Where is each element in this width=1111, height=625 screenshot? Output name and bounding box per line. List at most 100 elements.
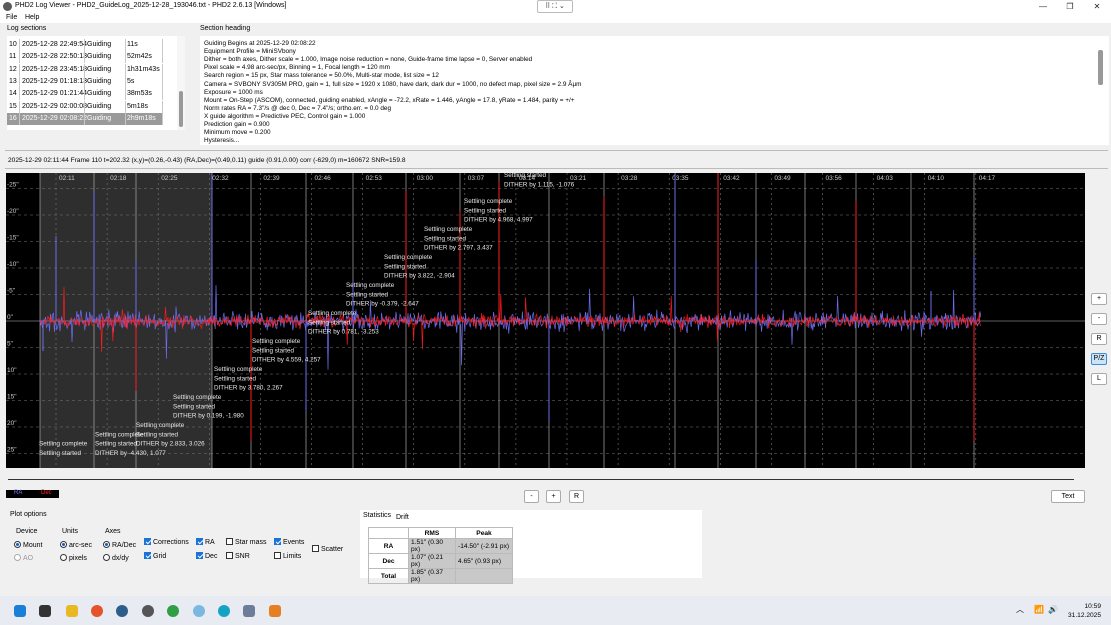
log-section-row[interactable]: 14 2025-12-29 01:21:44 Guiding 38m53s <box>7 88 163 101</box>
y-tick-label: -10" <box>7 261 19 268</box>
grid-checkbox[interactable]: Grid <box>144 552 166 560</box>
x-tick-label: 03:28 <box>621 175 638 182</box>
axes-dxdy-radio[interactable]: dx/dy <box>103 554 129 562</box>
log-section-date: 2025-12-29 01:21:44 <box>22 90 87 98</box>
star-mass-checkbox[interactable]: Star mass <box>226 538 267 546</box>
app-icon-6[interactable] <box>269 605 281 617</box>
minimize-button[interactable]: — <box>1030 0 1056 13</box>
scatter-checkbox[interactable]: Scatter <box>312 545 343 553</box>
log-section-type: Guiding <box>87 53 112 61</box>
device-mount-radio[interactable]: Mount <box>14 541 42 549</box>
menu-file[interactable]: File <box>6 14 17 21</box>
splitter[interactable] <box>5 150 1108 151</box>
log-sections-list[interactable]: 10 2025-12-28 22:49:54 Guiding 11s 11 2025-12… <box>7 36 185 130</box>
volume-icon[interactable]: 🔊 <box>1048 605 1058 614</box>
menu-help[interactable]: Help <box>25 14 39 21</box>
log-section-num: 10 <box>9 41 17 48</box>
heading-line: Guiding Begins at 2025-12-29 02:08:22 <box>204 40 316 47</box>
event-annotation: DITHER by 0.199, -1.980 <box>173 413 244 420</box>
snap-layout-button[interactable]: ⠿ ⛶ ⌄ <box>537 0 573 13</box>
file-explorer-icon[interactable] <box>66 605 78 617</box>
units-arcsec-radio[interactable]: arc-sec <box>60 541 92 549</box>
stats-dec-peak: 4.65" (0.93 px) <box>455 553 513 569</box>
cell-divider <box>19 75 20 88</box>
maximize-button[interactable]: ❐ <box>1057 0 1083 13</box>
app-icon <box>3 2 12 11</box>
log-section-date: 2025-12-29 02:08:22 <box>22 114 87 122</box>
dec-checkbox[interactable]: Dec <box>196 552 217 560</box>
zoom-out-button[interactable]: - <box>1091 313 1107 325</box>
log-section-row[interactable]: 15 2025-12-29 02:00:08 Guiding 5m18s <box>7 100 163 113</box>
log-section-dur: 1h31m43s <box>127 65 160 73</box>
check-mark <box>144 538 151 545</box>
stats-row-name: Total <box>368 568 409 584</box>
app-icon-4[interactable] <box>193 605 205 617</box>
log-sections-label: Log sections <box>7 25 47 32</box>
reset-button[interactable]: R <box>1091 333 1107 345</box>
clock-date: 31.12.2025 <box>1067 612 1101 619</box>
cell-divider <box>125 63 126 76</box>
app-icon-1[interactable] <box>116 605 128 617</box>
log-section-num: 12 <box>9 65 17 73</box>
snr-checkbox[interactable]: SNR <box>226 552 250 560</box>
firefox-icon[interactable] <box>91 605 103 617</box>
graph-scrollbar[interactable] <box>8 479 1074 480</box>
guide-graph[interactable]: 25" 20" 15" 10" 5" 0" -5" -10" -15" -20" -25" 02:11… <box>6 173 1085 468</box>
wifi-icon[interactable]: 📶 <box>1034 605 1044 614</box>
x-tick-label: 03:49 <box>774 175 791 182</box>
graph-plus-button[interactable]: + <box>546 490 561 503</box>
splitter[interactable] <box>5 168 1108 169</box>
event-annotation: Settling started <box>504 173 547 179</box>
cell-divider <box>84 112 85 125</box>
scroll-thumb[interactable] <box>179 91 183 127</box>
log-section-row[interactable]: 10 2025-12-28 22:49:54 Guiding 11s <box>7 39 163 51</box>
limits-checkbox[interactable]: Limits <box>274 552 301 560</box>
log-section-type: Guiding <box>87 102 112 110</box>
device-ao-radio[interactable]: AO <box>14 554 33 562</box>
event-annotation: Settling started <box>346 291 389 298</box>
units-pixels-radio[interactable]: pixels <box>60 554 87 562</box>
limits-button[interactable]: L <box>1091 373 1107 385</box>
log-section-row[interactable]: 13 2025-12-29 01:18:13 Guiding 5s <box>7 75 163 88</box>
graph-reset-button[interactable]: R <box>569 490 584 503</box>
events-checkbox[interactable]: Events <box>274 538 304 546</box>
y-tick-label: 10" <box>7 367 17 374</box>
tray-chevron-icon[interactable]: ︿ <box>1016 604 1024 615</box>
heading-line: Norm rates RA = 7.3"/s @ dec 0, Dec = 7.… <box>204 104 392 112</box>
windows-start-icon[interactable] <box>14 605 26 617</box>
frame-info: 2025-12-29 02:11:44 Frame 110 t=202.32 (… <box>8 157 406 164</box>
log-section-row[interactable]: 12 2025-12-28 23:45:18 Guiding 1h31m43s <box>7 63 163 76</box>
radio-mark <box>103 554 110 561</box>
y-tick-label: -15" <box>7 235 19 242</box>
log-section-dur: 11s <box>127 41 138 48</box>
log-section-row[interactable]: 11 2025-12-28 22:50:13 Guiding 52m42s <box>7 51 163 64</box>
app-icon-2[interactable] <box>142 605 154 617</box>
taskbar-clock[interactable]: 10:59 31.12.2025 <box>1065 602 1101 620</box>
corrections-checkbox[interactable]: Corrections <box>144 538 189 546</box>
pan-zoom-button[interactable]: P/Z <box>1091 353 1107 365</box>
phd2-icon[interactable] <box>243 605 255 617</box>
app-icon-3[interactable] <box>167 605 179 617</box>
text-button[interactable]: Text <box>1051 490 1085 503</box>
details-scrollbar[interactable] <box>1098 50 1103 85</box>
log-section-row[interactable]: 16 2025-12-29 02:08:22 Guiding 2h9m18s <box>7 112 163 125</box>
axes-radec-radio[interactable]: RA/Dec <box>103 541 136 549</box>
ra-checkbox[interactable]: RA <box>196 538 215 546</box>
cell-divider <box>19 63 20 76</box>
check-mark <box>312 545 319 552</box>
close-button[interactable]: ✕ <box>1084 0 1110 13</box>
x-tick-label: 02:18 <box>110 175 127 182</box>
x-tick-label: 02:46 <box>315 175 332 182</box>
graph-minus-button[interactable]: - <box>524 490 539 503</box>
task-view-icon[interactable] <box>39 605 51 617</box>
app-icon-5[interactable] <box>218 605 230 617</box>
log-list-scrollbar[interactable] <box>177 36 185 130</box>
tab-drift[interactable]: Drift <box>396 514 409 521</box>
window-title: PHD2 Log Viewer - PHD2_GuideLog_2025-12-… <box>15 2 287 9</box>
clock-time: 10:59 <box>1084 603 1101 610</box>
radio-mark <box>60 554 67 561</box>
tab-statistics[interactable]: Statistics <box>362 512 393 519</box>
cell-divider <box>84 100 85 113</box>
zoom-in-button[interactable]: + <box>1091 293 1107 305</box>
heading-line: Hysteresis... <box>204 137 240 145</box>
